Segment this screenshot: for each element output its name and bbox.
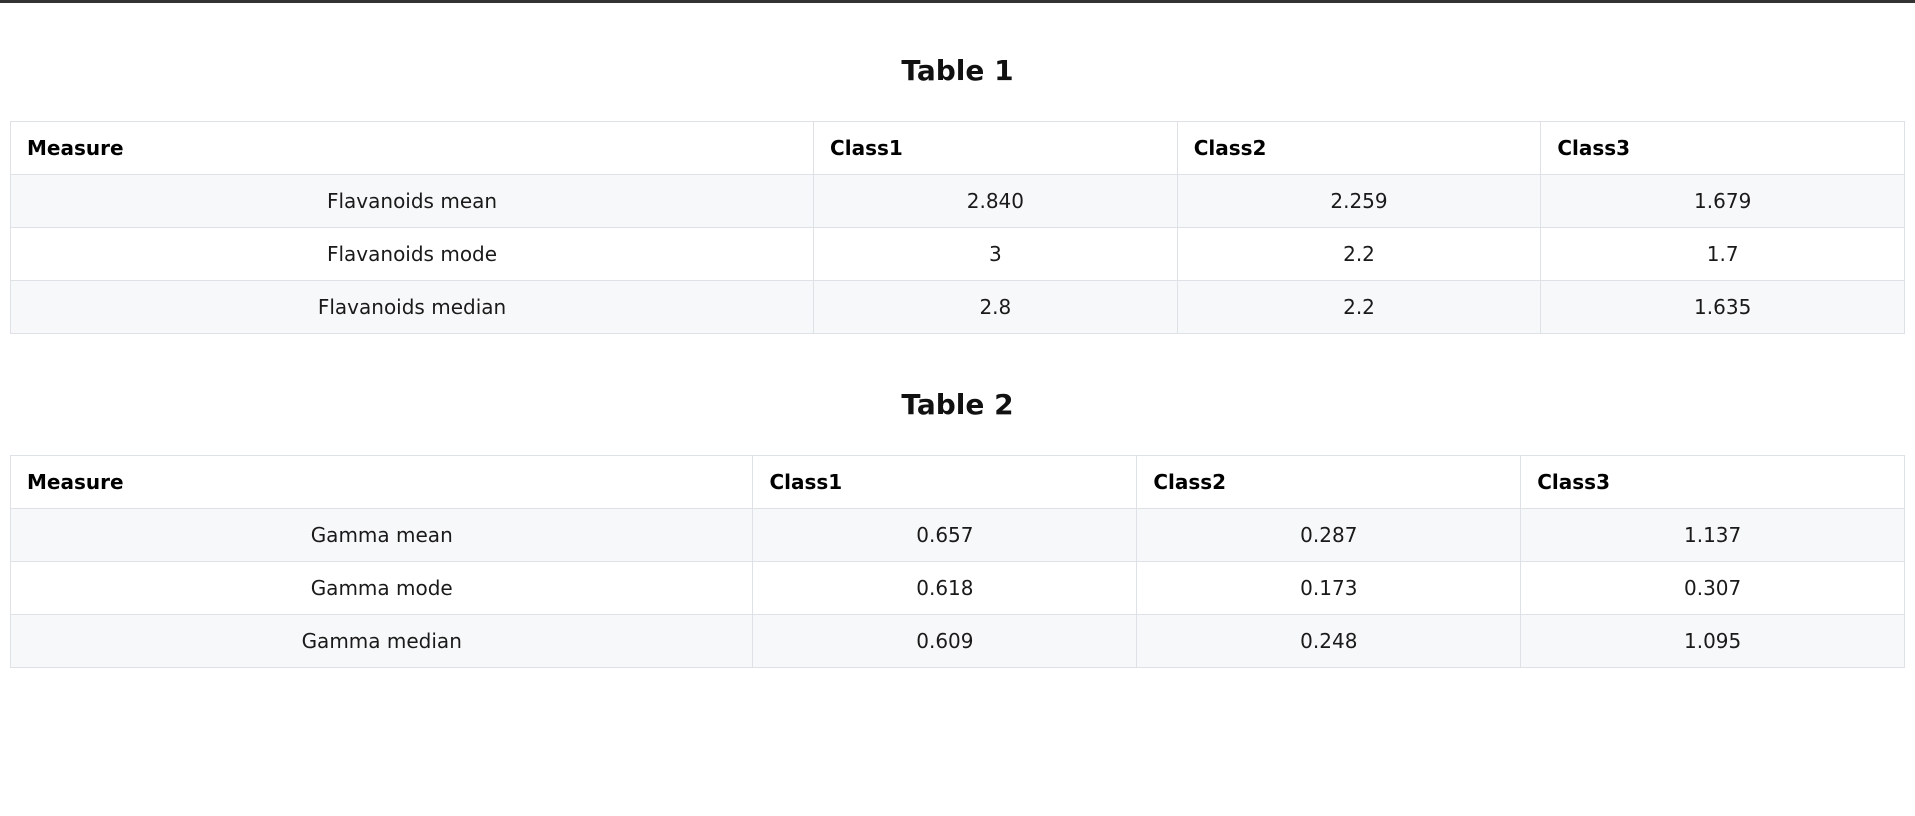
cell-class3: 0.307: [1520, 561, 1905, 615]
cell-class3: 1.679: [1540, 174, 1905, 228]
cell-measure: Flavanoids mode: [9, 227, 815, 281]
table-header-row: Measure Class1 Class2 Class3: [9, 455, 1905, 509]
cell-class1: 0.657: [752, 508, 1138, 562]
header-measure: Measure: [9, 455, 754, 509]
cell-measure: Flavanoids mean: [9, 174, 815, 228]
table-header-row: Measure Class1 Class2 Class3: [9, 121, 1905, 175]
header-class3: Class3: [1540, 121, 1905, 175]
cell-class3: 1.137: [1520, 508, 1905, 562]
table-row: Gamma mean 0.657 0.287 1.137: [9, 508, 1905, 562]
cell-class1: 0.609: [752, 614, 1138, 668]
cell-measure: Gamma mode: [9, 561, 754, 615]
cell-class2: 2.2: [1176, 280, 1542, 334]
flavanoids-table: Measure Class1 Class2 Class3 Flavanoids …: [9, 121, 1905, 334]
header-measure: Measure: [9, 121, 815, 175]
cell-class2: 0.287: [1136, 508, 1522, 562]
cell-class1: 2.840: [813, 174, 1178, 228]
cell-measure: Gamma mean: [9, 508, 754, 562]
table-row: Flavanoids mode 3 2.2 1.7: [9, 227, 1905, 281]
header-class2: Class2: [1136, 455, 1522, 509]
header-class1: Class1: [752, 455, 1138, 509]
cell-class2: 0.173: [1136, 561, 1522, 615]
cell-class1: 0.618: [752, 561, 1138, 615]
cell-class3: 1.095: [1520, 614, 1905, 668]
header-class3: Class3: [1520, 455, 1905, 509]
cell-class1: 3: [813, 227, 1178, 281]
cell-class2: 2.2: [1176, 227, 1542, 281]
cell-measure: Flavanoids median: [9, 280, 815, 334]
table-2-title: Table 2: [901, 388, 1014, 421]
table-row: Flavanoids mean 2.840 2.259 1.679: [9, 174, 1905, 228]
cell-class3: 1.635: [1540, 280, 1905, 334]
cell-class1: 2.8: [813, 280, 1178, 334]
header-class1: Class1: [813, 121, 1178, 175]
cell-class3: 1.7: [1540, 227, 1905, 281]
cell-class2: 0.248: [1136, 614, 1522, 668]
table-row: Flavanoids median 2.8 2.2 1.635: [9, 280, 1905, 334]
page-content: Table 1 Measure Class1 Class2 Class3 Fla…: [0, 3, 1915, 668]
cell-measure: Gamma median: [9, 614, 754, 668]
gamma-table: Measure Class1 Class2 Class3 Gamma mean …: [9, 455, 1905, 668]
table-1-title: Table 1: [901, 54, 1014, 87]
table-row: Gamma mode 0.618 0.173 0.307: [9, 561, 1905, 615]
header-class2: Class2: [1176, 121, 1542, 175]
cell-class2: 2.259: [1176, 174, 1542, 228]
table-row: Gamma median 0.609 0.248 1.095: [9, 614, 1905, 668]
